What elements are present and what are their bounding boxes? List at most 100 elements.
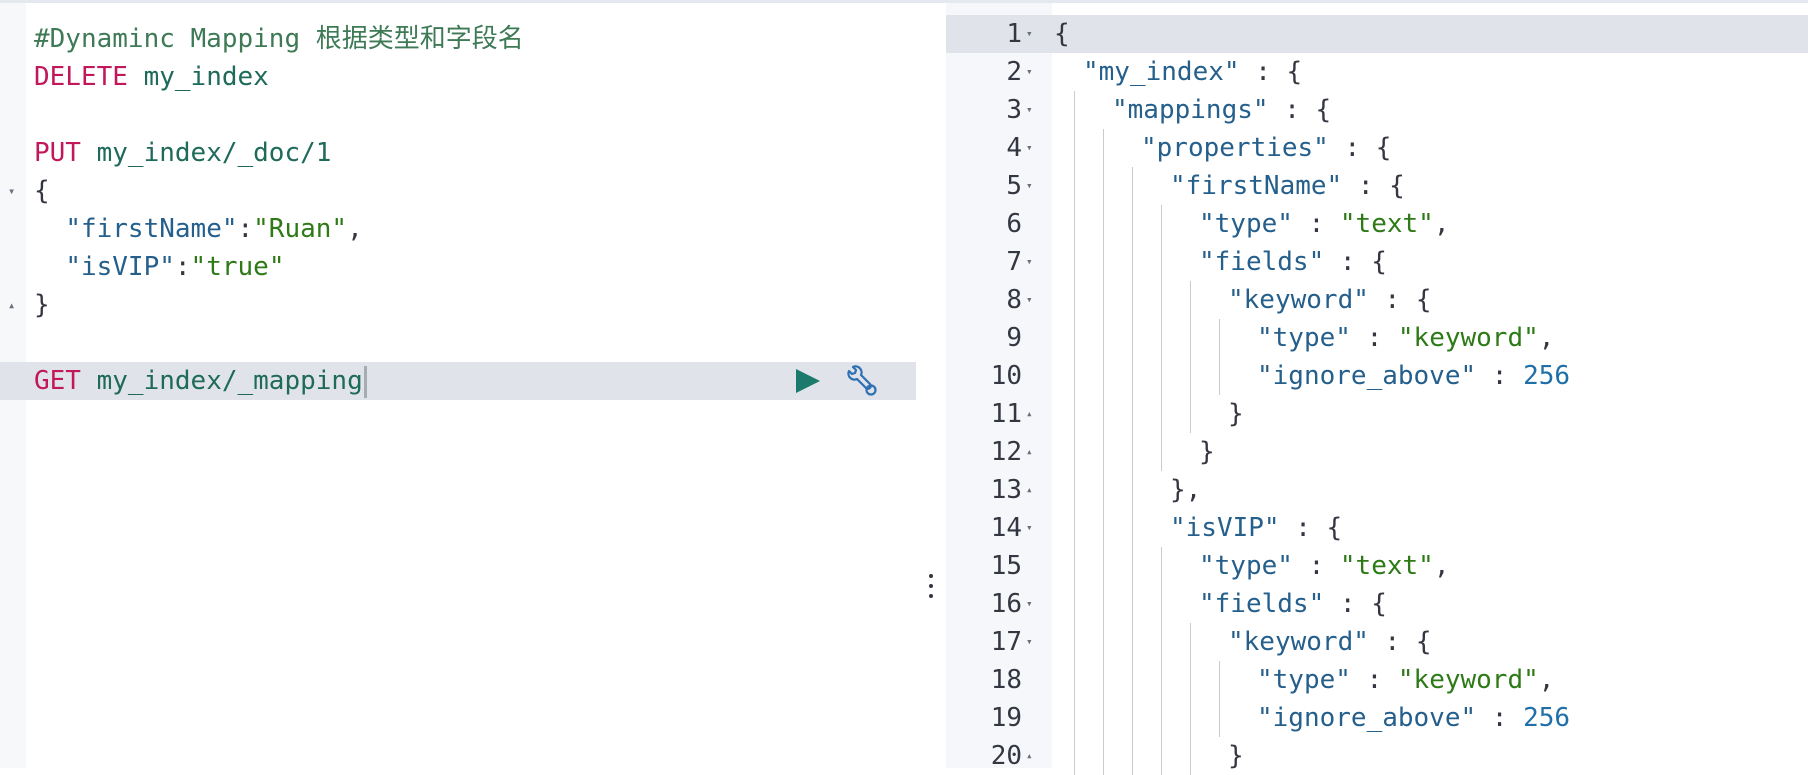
fold-open-icon[interactable]: ▾ — [1026, 15, 1033, 53]
request-line[interactable]: "firstName":"Ruan", — [0, 210, 916, 248]
code-token: "keyword" — [1397, 665, 1539, 695]
line-number: 6 — [1006, 209, 1022, 239]
request-line-code: "isVIP":"true" — [34, 248, 284, 286]
request-settings-button[interactable] — [844, 364, 878, 398]
response-line-code: "my_index" : { — [1083, 53, 1302, 91]
code-token: "my_index" — [1083, 57, 1240, 87]
request-line[interactable]: PUT my_index/_doc/1 — [0, 134, 916, 172]
line-number: 3 — [1006, 95, 1022, 125]
code-token: : { — [1268, 95, 1332, 125]
indent-guide — [1074, 471, 1075, 509]
fold-open-icon[interactable]: ▾ — [1026, 129, 1033, 167]
request-line[interactable]: ▴} — [0, 286, 916, 324]
fold-open-icon[interactable]: ▾ — [1026, 53, 1033, 91]
fold-close-icon[interactable]: ▴ — [8, 286, 15, 324]
fold-open-icon[interactable]: ▾ — [1026, 623, 1033, 661]
request-line[interactable]: "isVIP":"true" — [0, 248, 916, 286]
request-line[interactable]: ▾{ — [0, 172, 916, 210]
indent-guide — [1074, 509, 1075, 547]
response-line-code: "type" : "keyword", — [1257, 661, 1554, 699]
code-token: "keyword" — [1228, 285, 1369, 315]
response-line: 10 "ignore_above" : 256 — [946, 357, 1808, 395]
line-number: 19 — [990, 703, 1022, 733]
code-token: }, — [1170, 475, 1202, 505]
code-token: "ignore_above" — [1257, 361, 1477, 391]
fold-open-icon[interactable]: ▾ — [1026, 243, 1033, 281]
code-token: : — [237, 214, 254, 244]
indent-guide — [1219, 357, 1220, 395]
line-number: 9 — [1006, 323, 1022, 353]
code-token: "ignore_above" — [1257, 703, 1477, 733]
line-number: 18 — [990, 665, 1022, 695]
code-token: "type" — [1199, 551, 1293, 581]
response-line: 7 ▾ "fields" : { — [946, 243, 1808, 281]
request-line-code: #Dynaminc Mapping 根据类型和字段名 — [34, 20, 524, 58]
fold-open-icon[interactable]: ▾ — [1026, 509, 1033, 547]
indent-guide — [1074, 319, 1075, 357]
code-token: } — [1199, 437, 1215, 467]
fold-open-icon[interactable]: ▾ — [1026, 585, 1033, 623]
code-token: } — [34, 290, 50, 320]
indent-guide — [1190, 319, 1191, 357]
indent-guide — [1161, 433, 1162, 471]
indent-guide — [1132, 699, 1133, 737]
request-line[interactable]: DELETE my_index — [0, 58, 916, 96]
request-line[interactable] — [0, 324, 916, 362]
indent-guide — [1103, 281, 1104, 319]
request-line[interactable]: #Dynaminc Mapping 根据类型和字段名 — [0, 20, 916, 58]
indent-guide — [1190, 661, 1191, 699]
line-number: 2 — [1006, 57, 1022, 87]
response-line: 9 "type" : "keyword", — [946, 319, 1808, 357]
request-line-code: "firstName":"Ruan", — [34, 210, 362, 248]
code-token: "type" — [1199, 209, 1293, 239]
pane-resize-handle[interactable] — [924, 568, 938, 604]
response-viewer[interactable]: 1 ▾{2 ▾ "my_index" : {3 ▾ "mappings" : {4 ▾ "pr… — [946, 3, 1808, 775]
code-token: "true" — [190, 252, 285, 282]
indent-guide — [1132, 661, 1133, 699]
response-line-code: { — [1054, 15, 1070, 53]
fold-close-icon[interactable]: ▴ — [1026, 471, 1033, 509]
indent-guide — [1161, 737, 1162, 775]
fold-close-icon[interactable]: ▴ — [1026, 395, 1033, 433]
fold-open-icon[interactable]: ▾ — [1026, 91, 1033, 129]
code-token: "properties" — [1141, 133, 1329, 163]
indent-guide — [1161, 319, 1162, 357]
request-line[interactable] — [0, 96, 916, 134]
indent-guide — [1103, 205, 1104, 243]
indent-guide — [1103, 243, 1104, 281]
response-line-code: "ignore_above" : 256 — [1257, 357, 1570, 395]
fold-open-icon[interactable]: ▾ — [1026, 281, 1033, 319]
indent-guide — [1103, 357, 1104, 395]
code-token: "text" — [1339, 209, 1434, 239]
indent-guide — [1103, 395, 1104, 433]
code-token: { — [1054, 19, 1070, 49]
request-line[interactable]: GET my_index/_mapping — [0, 362, 916, 400]
code-token: : { — [1324, 589, 1387, 619]
response-line-code: } — [1199, 433, 1215, 471]
code-token: : { — [1328, 133, 1392, 163]
fold-close-icon[interactable]: ▴ — [1026, 737, 1033, 775]
indent-guide — [1074, 623, 1075, 661]
indent-guide — [1132, 585, 1133, 623]
indent-guide — [1103, 699, 1104, 737]
line-number: 7 — [1006, 247, 1022, 277]
response-line: 20 ▴} — [946, 737, 1808, 775]
indent-guide — [1103, 585, 1104, 623]
response-line: 12 ▴} — [946, 433, 1808, 471]
indent-guide — [1074, 737, 1075, 775]
response-line: 11 ▴} — [946, 395, 1808, 433]
fold-close-icon[interactable]: ▴ — [1026, 433, 1033, 471]
indent-guide — [1161, 661, 1162, 699]
fold-open-icon[interactable]: ▾ — [1026, 167, 1033, 205]
fold-open-icon[interactable]: ▾ — [8, 172, 15, 210]
run-request-button[interactable] — [792, 366, 822, 396]
response-line-code: "type" : "keyword", — [1257, 319, 1554, 357]
line-number: 5 — [1006, 171, 1022, 201]
request-editor[interactable]: #Dynaminc Mapping 根据类型和字段名 DELETE my_inde… — [0, 3, 916, 768]
indent-guide — [1132, 319, 1133, 357]
indent-guide — [1161, 585, 1162, 623]
line-number: 11 — [990, 399, 1022, 429]
code-token: "type" — [1257, 323, 1351, 353]
indent-guide — [1190, 357, 1191, 395]
indent-guide — [1074, 585, 1075, 623]
